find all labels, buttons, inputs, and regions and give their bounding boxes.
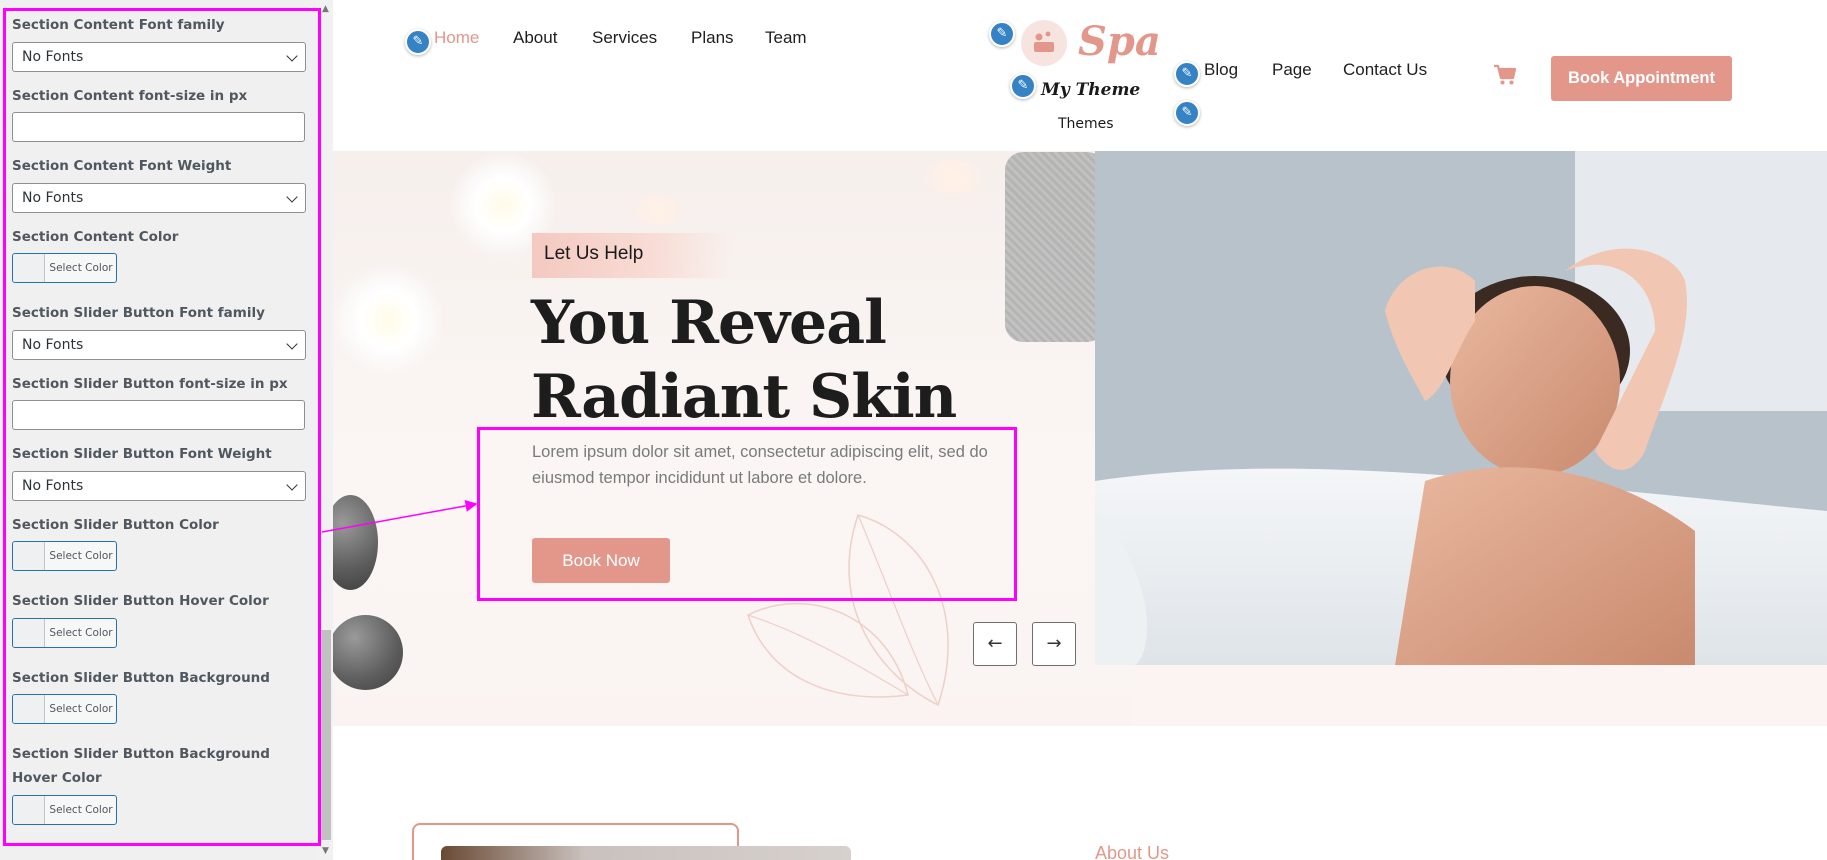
pencil-icon[interactable]: ✎ xyxy=(405,29,431,55)
about-us-label: About Us xyxy=(1095,843,1170,860)
arrow-right-icon: → xyxy=(1046,633,1062,654)
nav-page[interactable]: Page xyxy=(1272,59,1312,81)
logo-subtitle: My Theme xyxy=(1041,80,1141,100)
logo-word[interactable]: Spa xyxy=(1078,18,1161,66)
book-appointment-button[interactable]: Book Appointment xyxy=(1551,56,1732,101)
pencil-icon[interactable]: ✎ xyxy=(989,21,1015,47)
scroll-down-icon[interactable]: ▼ xyxy=(318,844,333,858)
slider-next-button[interactable]: → xyxy=(1032,622,1076,666)
slider-prev-button[interactable]: ← xyxy=(973,622,1017,666)
pencil-icon[interactable]: ✎ xyxy=(1010,73,1036,99)
scrollbar-thumb[interactable] xyxy=(320,630,331,840)
nav-plans[interactable]: Plans xyxy=(691,27,734,49)
hero-photo xyxy=(1095,151,1827,665)
candle-decor xyxy=(923,160,983,195)
pencil-icon[interactable]: ✎ xyxy=(1174,61,1200,87)
site-preview: ✎ Home About Services Plans Team ✎ Spa ✎… xyxy=(333,0,1827,860)
flower-decor xyxy=(333,260,443,380)
sidebar-highlight-frame xyxy=(3,8,321,846)
nav-home[interactable]: Home xyxy=(434,27,479,49)
nav-team[interactable]: Team xyxy=(765,27,807,49)
nav-contact-us[interactable]: Contact Us xyxy=(1343,59,1427,81)
nav-services[interactable]: Services xyxy=(592,27,657,49)
arrow-left-icon: ← xyxy=(987,633,1003,654)
nav-about[interactable]: About xyxy=(513,27,557,49)
hero-tagline: Let Us Help xyxy=(544,243,644,264)
candle-decor xyxy=(633,195,683,225)
hero-title: You Reveal Radiant Skin xyxy=(531,288,957,432)
about-image xyxy=(441,846,851,860)
nav-blog[interactable]: Blog xyxy=(1204,59,1238,81)
customizer-sidebar: ▲ ▼ Section Content Font family No Fonts… xyxy=(0,0,333,860)
cart-icon[interactable] xyxy=(1493,64,1517,92)
logo-tagline: Themes xyxy=(1058,116,1114,132)
pencil-icon[interactable]: ✎ xyxy=(1174,100,1200,126)
spa-logo-icon xyxy=(1021,20,1067,66)
spa-massage-photo xyxy=(1095,151,1827,665)
content-highlight-frame xyxy=(477,427,1017,601)
